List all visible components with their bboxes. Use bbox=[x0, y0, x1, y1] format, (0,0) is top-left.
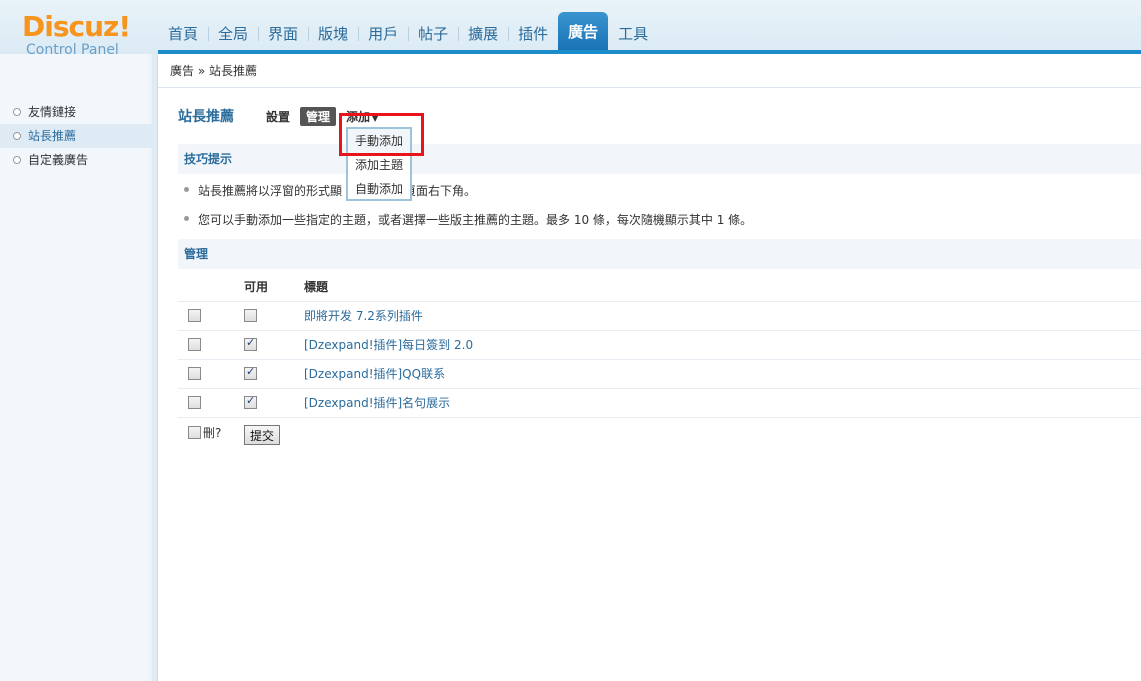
submit-button[interactable]: 提交 bbox=[244, 425, 281, 445]
breadcrumb-separator: » bbox=[197, 64, 206, 78]
table-row: [Dzexpand!插件]QQ联系 bbox=[178, 360, 1141, 389]
table-row: [Dzexpand!插件]每日簽到 2.0 bbox=[178, 331, 1141, 360]
delete-checkbox[interactable] bbox=[188, 338, 201, 351]
sidebar-item-recommend[interactable]: 站長推薦 bbox=[0, 124, 152, 148]
nav-plugins[interactable]: 插件 bbox=[508, 18, 558, 50]
table-row: 即將开发 7.2系列插件 bbox=[178, 302, 1141, 331]
sidebar-item-label: 友情鏈接 bbox=[28, 105, 77, 119]
manage-title: 管理 bbox=[178, 239, 1141, 269]
sidebar-item-label: 自定義廣告 bbox=[28, 153, 89, 167]
nav-forums[interactable]: 版塊 bbox=[308, 18, 358, 50]
delete-all-row: 刪? bbox=[188, 424, 221, 441]
breadcrumb-parent[interactable]: 廣告 bbox=[170, 64, 194, 78]
breadcrumb-current: 站長推薦 bbox=[209, 64, 258, 78]
logo-brand: Discuz! bbox=[22, 10, 131, 43]
menu-item-manual-add[interactable]: 手動添加 bbox=[348, 129, 410, 153]
nav-ads[interactable]: 廣告 bbox=[558, 12, 609, 50]
sidebar: 友情鏈接 站長推薦 自定義廣告 bbox=[0, 54, 158, 681]
main-content: 站長推薦 設置 管理 添加 ▼ 技巧提示 站長推薦將以浮窗的形式顯 頁面右下角。 您… bbox=[158, 88, 1141, 681]
bullet-icon bbox=[184, 187, 189, 192]
delete-all-label: 刪? bbox=[203, 426, 222, 440]
header-enabled: 可用 bbox=[244, 280, 269, 294]
top-nav: 首頁 全局 界面 版塊 用戶 帖子 擴展 插件 廣告 工具 bbox=[158, 12, 658, 50]
tips-title: 技巧提示 bbox=[178, 144, 1141, 174]
bullet-icon bbox=[13, 108, 21, 116]
recommend-table: 可用 標題 即將开发 7.2系列插件 [Dzexpand!插件]每日簽到 2.0… bbox=[178, 273, 1141, 418]
header-subject: 標題 bbox=[304, 280, 329, 294]
breadcrumb: 廣告 » 站長推薦 bbox=[158, 54, 1141, 88]
subject-link[interactable]: [Dzexpand!插件]名句展示 bbox=[304, 389, 450, 418]
tab-add-label: 添加 bbox=[346, 109, 371, 124]
enabled-checkbox[interactable] bbox=[244, 336, 257, 351]
header: Discuz! Control Panel 首頁 全局 界面 版塊 用戶 帖子 … bbox=[0, 0, 1141, 58]
delete-checkbox[interactable] bbox=[188, 367, 201, 380]
caret-down-icon: ▼ bbox=[372, 113, 379, 123]
logo[interactable]: Discuz! Control Panel bbox=[22, 10, 131, 59]
table-header: 可用 標題 bbox=[178, 273, 1141, 302]
tip-text-b: 頁面右下角。 bbox=[404, 184, 477, 198]
menu-item-add-thread[interactable]: 添加主題 bbox=[348, 153, 410, 177]
nav-users[interactable]: 用戶 bbox=[358, 18, 408, 50]
nav-threads[interactable]: 帖子 bbox=[408, 18, 458, 50]
page-header: 站長推薦 設置 管理 添加 ▼ bbox=[178, 106, 388, 126]
nav-style[interactable]: 界面 bbox=[258, 18, 308, 50]
table-row: [Dzexpand!插件]名句展示 bbox=[178, 389, 1141, 418]
enabled-checkbox[interactable] bbox=[244, 394, 257, 409]
sidebar-item-friendlinks[interactable]: 友情鏈接 bbox=[0, 100, 152, 124]
sidebar-item-label: 站長推薦 bbox=[28, 129, 77, 143]
nav-tools[interactable]: 工具 bbox=[608, 18, 658, 50]
bullet-icon bbox=[13, 132, 21, 140]
enabled-checkbox[interactable] bbox=[244, 309, 257, 322]
tab-manage[interactable]: 管理 bbox=[300, 106, 337, 126]
tab-settings[interactable]: 設置 bbox=[260, 107, 296, 126]
tab-add[interactable]: 添加 ▼ bbox=[340, 107, 384, 126]
delete-checkbox[interactable] bbox=[188, 396, 201, 409]
tip-text-a: 站長推薦將以浮窗的形式顯 bbox=[198, 184, 343, 198]
subject-link[interactable]: 即將开发 7.2系列插件 bbox=[304, 302, 423, 331]
sidebar-item-custom-ads[interactable]: 自定義廣告 bbox=[0, 148, 152, 172]
bullet-icon bbox=[13, 156, 21, 164]
nav-global[interactable]: 全局 bbox=[208, 18, 258, 50]
delete-all-checkbox[interactable] bbox=[188, 426, 201, 439]
bullet-icon bbox=[184, 216, 189, 221]
subject-link[interactable]: [Dzexpand!插件]QQ联系 bbox=[304, 360, 445, 389]
page-title: 站長推薦 bbox=[178, 109, 234, 125]
tip-line-1: 站長推薦將以浮窗的形式顯 頁面右下角。 bbox=[184, 182, 476, 199]
tip-text: 您可以手動添加一些指定的主題，或者選擇一些版主推薦的主題。最多 10 條，每次隨… bbox=[198, 213, 753, 227]
enabled-checkbox[interactable] bbox=[244, 365, 257, 380]
delete-checkbox[interactable] bbox=[188, 309, 201, 322]
tip-line-2: 您可以手動添加一些指定的主題，或者選擇一些版主推薦的主題。最多 10 條，每次隨… bbox=[184, 211, 752, 228]
menu-item-auto-add[interactable]: 自動添加 bbox=[348, 177, 410, 201]
add-dropdown-menu: 手動添加 添加主題 自動添加 bbox=[346, 127, 412, 201]
nav-home[interactable]: 首頁 bbox=[158, 18, 208, 50]
subject-link[interactable]: [Dzexpand!插件]每日簽到 2.0 bbox=[304, 331, 473, 360]
nav-extend[interactable]: 擴展 bbox=[458, 18, 508, 50]
